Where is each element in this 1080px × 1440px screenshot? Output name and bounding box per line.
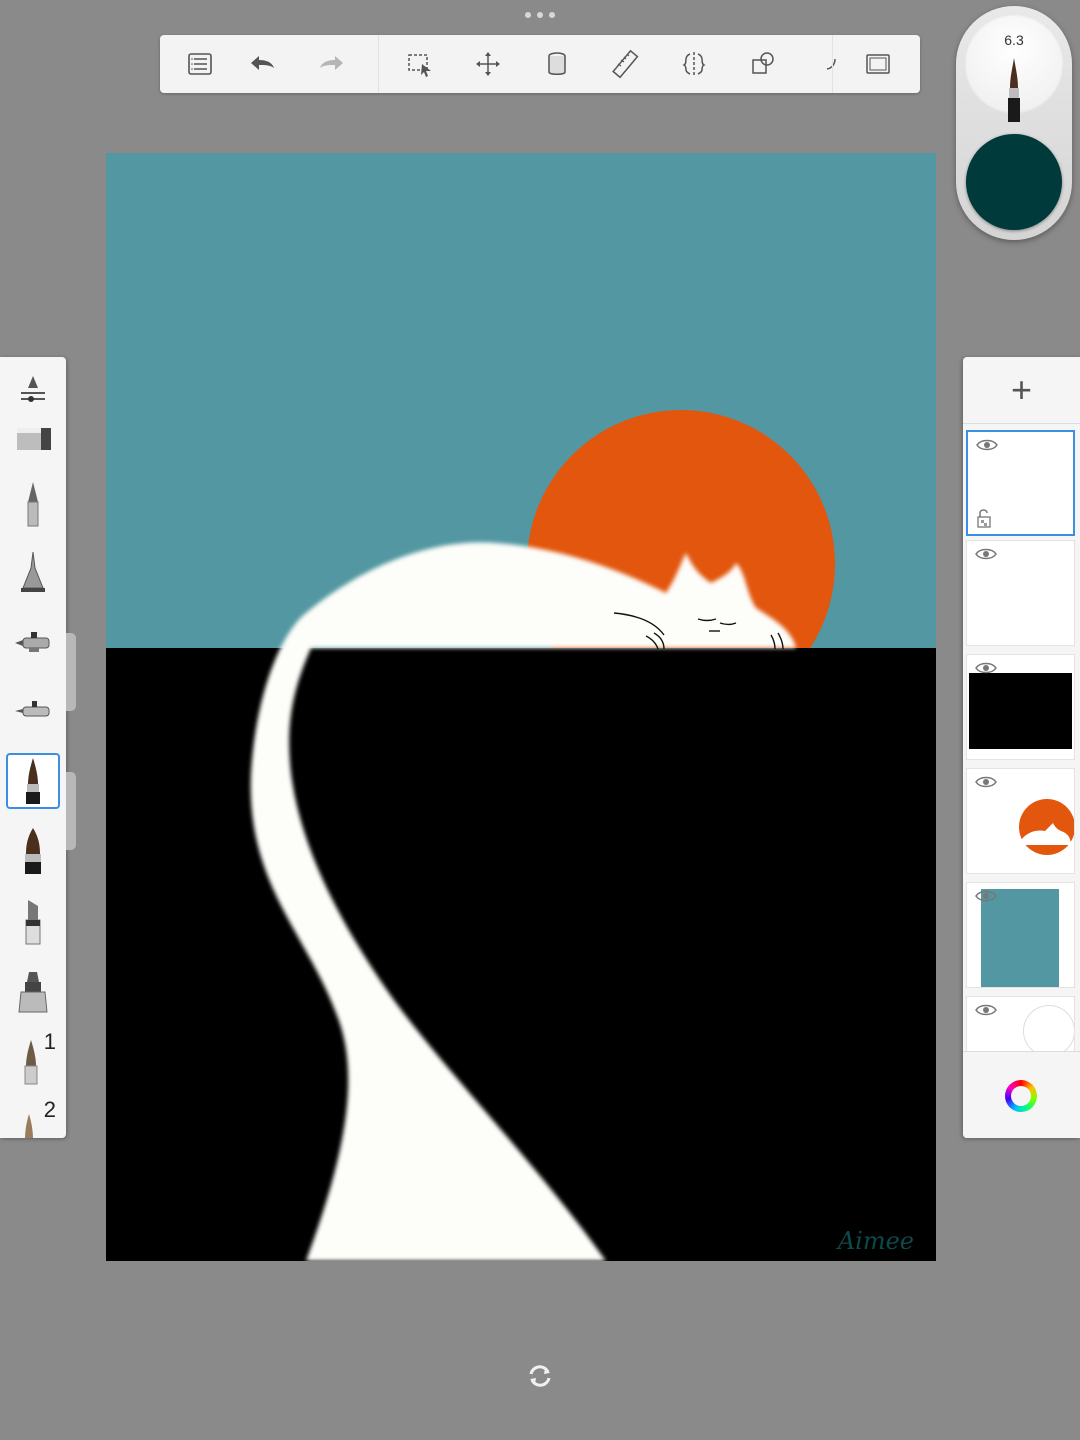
airbrush-icon[interactable]: [6, 615, 60, 671]
layers-panel: +: [963, 357, 1080, 1138]
ruler-icon[interactable]: [606, 45, 646, 83]
airbrush-fine-icon[interactable]: [6, 683, 60, 739]
brush-number: 2: [43, 1097, 56, 1122]
brush-palette: 1 2: [0, 357, 66, 1138]
perspective-icon[interactable]: [806, 45, 846, 83]
main-toolbar: [160, 35, 920, 93]
brush-size-value: 6.3: [1004, 32, 1024, 48]
marker-icon[interactable]: [6, 893, 60, 949]
redo-icon[interactable]: [312, 45, 352, 83]
paintbrush-icon[interactable]: [6, 753, 60, 809]
layer-thumbnail-ground[interactable]: [966, 654, 1075, 760]
eye-icon[interactable]: [976, 438, 998, 452]
current-brush-icon: [1008, 58, 1020, 122]
toolbar-separator: [378, 35, 379, 93]
custom-brush-icon[interactable]: 1: [6, 1029, 60, 1089]
palette-drag-handle[interactable]: [66, 633, 76, 711]
handle-dot: [549, 12, 555, 18]
color-swatch[interactable]: [966, 134, 1062, 230]
eye-icon[interactable]: [975, 1003, 997, 1017]
brush-puck[interactable]: 6.3: [956, 6, 1072, 240]
sky-thumbnail: [981, 889, 1059, 987]
toolbar-drag-handle[interactable]: [520, 8, 560, 22]
transform-icon[interactable]: [468, 45, 508, 83]
layer-thumbnail-sky[interactable]: [966, 882, 1075, 988]
selection-icon[interactable]: [400, 45, 440, 83]
palette-drag-handle[interactable]: [66, 772, 76, 850]
undo-icon[interactable]: [242, 45, 282, 83]
lock-icon[interactable]: [976, 508, 992, 528]
shapes-icon[interactable]: [743, 45, 783, 83]
background-thumbnail: [1023, 1005, 1074, 1057]
brush-number: 1: [43, 1029, 56, 1054]
brush-size-knob[interactable]: 6.3: [964, 14, 1064, 122]
color-wheel-icon[interactable]: [1005, 1080, 1037, 1112]
fill-bucket-icon[interactable]: [537, 45, 577, 83]
eye-icon[interactable]: [975, 889, 997, 903]
handle-dot: [525, 12, 531, 18]
sun-cat-thumbnail: [1019, 799, 1074, 855]
custom-brush-icon[interactable]: 2: [6, 1097, 60, 1138]
pencil-brush-icon[interactable]: [6, 475, 60, 531]
chisel-marker-icon[interactable]: [6, 965, 60, 1021]
eye-icon[interactable]: [975, 775, 997, 789]
handle-dot: [537, 12, 543, 18]
artist-signature: Aimee: [837, 1227, 914, 1255]
symmetry-icon[interactable]: [674, 45, 714, 83]
layer-thumbnail-sun-cat[interactable]: [966, 768, 1075, 874]
eye-icon[interactable]: [975, 547, 997, 561]
layer-thumbnail-signature[interactable]: [966, 430, 1075, 536]
fullscreen-icon[interactable]: [858, 45, 898, 83]
eye-icon[interactable]: [975, 661, 997, 675]
toolbar-separator: [832, 35, 833, 93]
add-layer-button[interactable]: +: [963, 357, 1080, 424]
sync-icon[interactable]: [527, 1363, 553, 1389]
artwork: [106, 153, 936, 1261]
drawing-canvas[interactable]: Aimee: [106, 153, 936, 1261]
paintbrush-wide-icon[interactable]: [6, 823, 60, 879]
list-icon[interactable]: [180, 45, 220, 83]
ballpoint-brush-icon[interactable]: [6, 545, 60, 601]
layers-footer: [963, 1051, 1080, 1138]
ground-thumbnail: [969, 673, 1072, 749]
layer-thumbnail-lines[interactable]: [966, 540, 1075, 646]
eraser-brush-icon[interactable]: [6, 411, 60, 467]
